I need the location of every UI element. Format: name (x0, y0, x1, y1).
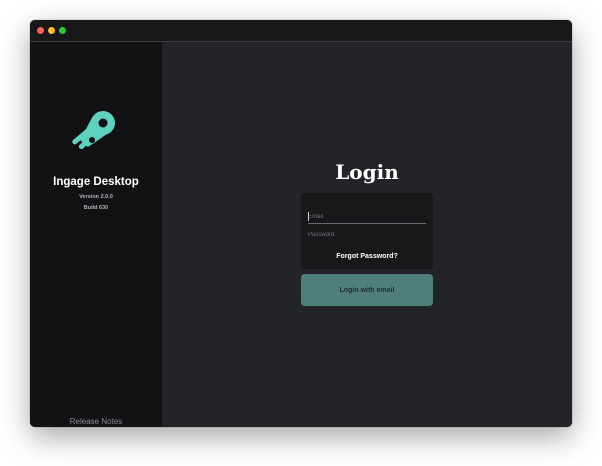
release-notes-link[interactable]: Release Notes (30, 417, 162, 426)
main-panel: Login Forgot Password? Login with email (162, 42, 572, 427)
email-field[interactable] (308, 211, 426, 224)
version-label: Version 2.0.0 (79, 194, 113, 200)
app-window: Ingage Desktop Version 2.0.0 Build 630 R… (30, 20, 572, 427)
login-with-email-button[interactable]: Login with email (301, 274, 433, 306)
app-name: Ingage Desktop (53, 176, 139, 188)
maximize-window-button[interactable] (59, 27, 66, 34)
title-bar[interactable] (30, 20, 572, 42)
forgot-password-link[interactable]: Forgot Password? (301, 253, 433, 260)
login-form: Forgot Password? (301, 193, 433, 269)
text-cursor (308, 212, 309, 221)
minimize-window-button[interactable] (48, 27, 55, 34)
password-field[interactable] (308, 229, 426, 241)
page-title: Login (335, 160, 399, 184)
sidebar: Ingage Desktop Version 2.0.0 Build 630 R… (30, 42, 162, 427)
close-window-button[interactable] (37, 27, 44, 34)
build-label: Build 630 (83, 205, 109, 211)
rocket-comet-icon (72, 111, 115, 150)
